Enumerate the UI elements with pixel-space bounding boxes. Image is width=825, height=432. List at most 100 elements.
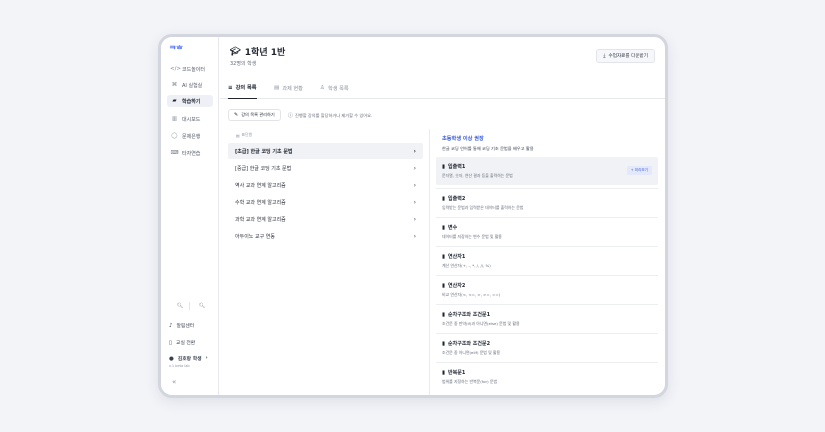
lecture-title: [중급] 한글 코딩 기초 문법 — [235, 165, 292, 172]
topic-title-text: 순차구조와 조건문2 — [448, 341, 491, 347]
topic-item[interactable]: ▮ 연산자1 계산 연산자(+, -, *, /, //, %) — [436, 246, 658, 274]
book-icon: ▮ — [442, 282, 446, 289]
topic-title-text: 입출력1 — [448, 164, 466, 170]
lecture-list-header: ▤ 표단원 — [236, 132, 252, 138]
topic-item[interactable]: ▮ 입출력1 문자열, 숫자, 연산 결과 등을 출력하는 문법 + 미리보기 — [436, 157, 658, 185]
topic-title-text: 연산자2 — [448, 283, 466, 289]
sidebar-item-typing[interactable]: ⌨ 타자연습 — [167, 147, 213, 159]
book-icon: ▤ — [236, 132, 240, 138]
classroom-switch-link[interactable]: ▯ 교실 전환 — [169, 339, 196, 347]
topic-title: ▮ 변수 — [442, 224, 458, 232]
topic-item[interactable]: ▮ 변수 데이터를 저장하는 변수 문법 및 활용 — [436, 217, 658, 245]
user-name: 김호랑 학생 — [177, 357, 202, 362]
chevron-right-icon: › — [205, 356, 208, 361]
topic-title: ▮ 순차구조와 조건문2 — [442, 340, 491, 348]
sidebar-item-ai-lab[interactable]: ⌘ AI 실험실 — [167, 79, 213, 91]
help-label: 알림센터 — [176, 324, 195, 329]
zoom-out-icon: 🔍︎ — [176, 303, 184, 309]
bell-icon: ♪ — [169, 322, 173, 329]
topic-title: ▮ 순차구조와 조건문1 — [442, 311, 491, 319]
lecture-row[interactable]: [중급] 한글 코딩 기초 문법 › — [228, 160, 423, 176]
sidebar-item-study[interactable]: ▰ 학습하기 — [167, 95, 213, 107]
book-icon: ▮ — [442, 340, 446, 347]
topic-item[interactable]: ▮ 순차구조와 조건문1 조건문 중 만약(if)과 아니면(else) 문법 … — [436, 304, 658, 332]
tab-student-list[interactable]: ♙ 학생 목록 — [320, 77, 349, 99]
sidebar-item-label: 대시보드 — [182, 116, 201, 123]
code-icon: </> — [170, 66, 182, 72]
topic-title-text: 순차구조와 조건문1 — [448, 312, 491, 318]
keyboard-icon: ⌨ — [170, 150, 179, 156]
hint-text: 진행할 강의를 할당하거나 제거할 수 있어요. — [295, 112, 373, 118]
manage-lectures-button[interactable]: ✎ 강의 목록 관리하기 — [228, 109, 281, 121]
topic-item[interactable]: ▮ 반복문1 범위를 지정하는 반복문(for) 문법 — [436, 362, 658, 390]
info-icon: ⓘ — [288, 113, 294, 119]
person-icon: ♙ — [320, 85, 325, 91]
download-materials-button[interactable]: ⤓ 수업자료를 다운받기 — [596, 49, 655, 63]
tab-bar: ≡ 강의 목록 ▤ 과제 현황 ♙ 학생 목록 — [220, 77, 665, 99]
lecture-row[interactable]: 아두이노 교구 연동 › — [228, 228, 423, 244]
topic-desc: 범위를 지정하는 반복문(for) 문법 — [442, 379, 498, 384]
divider — [189, 302, 190, 310]
collapse-sidebar-button[interactable]: « — [172, 378, 176, 386]
sidebar-item-dashboard[interactable]: ▥ 대시보드 — [167, 113, 213, 125]
topic-title-text: 변수 — [448, 225, 458, 231]
sidebar-item-label: 학습하기 — [182, 98, 201, 105]
tab-assignment-status[interactable]: ▤ 과제 현황 — [274, 77, 303, 99]
book-icon: ▮ — [442, 195, 446, 202]
topic-title-text: 반복문1 — [448, 370, 466, 376]
book-icon: ▮ — [442, 369, 446, 376]
lecture-row[interactable]: 과학 교과 연계 알고리즘 › — [228, 211, 423, 227]
main-content: 🎓︎ 1학년 1반 32명의 학생 ⤓ 수업자료를 다운받기 ≡ 강의 목록 ▤… — [220, 37, 665, 395]
preview-button[interactable]: + 미리보기 — [626, 166, 652, 175]
user-menu[interactable]: ● 김호랑 학생 › — [169, 355, 208, 363]
chevron-right-icon: › — [413, 164, 416, 172]
topic-item[interactable]: ▮ 입출력2 입력받는 문법과 입력받은 데이터를 출력하는 문법 — [436, 188, 658, 216]
sidebar-item-problem-bank[interactable]: ◯ 문제은행 — [167, 130, 213, 142]
zoom-in-button[interactable]: 🔍︎ — [195, 301, 209, 311]
lecture-description: 한글 코딩 언어를 통해 코딩 기초 문법을 배우고 활용 — [442, 146, 534, 151]
lecture-title: 역사 교과 연계 알고리즘 — [235, 182, 286, 189]
tab-lecture-list[interactable]: ≡ 강의 목록 — [228, 77, 257, 99]
topic-title: ▮ 입출력2 — [442, 195, 465, 203]
lecture-title: 아두이노 교구 연동 — [235, 233, 275, 240]
chevron-right-icon: › — [413, 198, 416, 206]
sidebar-item-label: 타자연습 — [182, 150, 201, 157]
app-window: ᄏᄒ </> 코드놀이터 ⌘ AI 실험실 ▰ 학습하기 ▥ 대시보드 ◯ 문제… — [158, 34, 668, 398]
lecture-title: 과학 교과 연계 알고리즘 — [235, 216, 286, 223]
lecture-row[interactable]: 수학 교과 연계 알고리즘 › — [228, 194, 423, 210]
user-subtitle: v.1 beta lab — [169, 364, 190, 368]
tab-label: 과제 현황 — [282, 85, 303, 92]
zoom-out-button[interactable]: 🔍︎ — [173, 301, 187, 311]
study-icon: ▰ — [172, 98, 177, 104]
chat-icon: ◯ — [171, 133, 178, 139]
topic-title: ▮ 연산자1 — [442, 253, 466, 261]
door-icon: ▯ — [169, 339, 173, 346]
book-icon: ▮ — [442, 253, 446, 260]
help-link[interactable]: ♪ 알림센터 — [169, 322, 195, 330]
app-logo[interactable]: ᄏᄒ — [169, 44, 183, 55]
sidebar-item-label: AI 실험실 — [182, 82, 203, 89]
topic-item[interactable]: ▮ 순차구조와 조건문2 조건문 중 아니면(elif) 문법 및 활용 — [436, 333, 658, 361]
divider — [429, 129, 430, 395]
book-icon: ▮ — [442, 311, 446, 318]
topic-desc: 데이터를 저장하는 변수 문법 및 활용 — [442, 234, 502, 239]
class-name: 1학년 1반 — [244, 48, 286, 58]
topic-title-text: 연산자1 — [448, 254, 466, 260]
topic-desc: 비교 연산자(<, <=, >, >=, ==) — [442, 292, 501, 297]
classroom-label: 교실 전환 — [176, 341, 196, 346]
topic-title: ▮ 입출력1 — [442, 163, 466, 171]
pencil-icon: ✎ — [234, 112, 239, 118]
chevron-right-icon: › — [413, 232, 416, 240]
tab-label: 강의 목록 — [235, 85, 257, 91]
page-title: 🎓︎ 1학년 1반 — [230, 45, 286, 59]
lecture-row[interactable]: 역사 교과 연계 알고리즘 › — [228, 177, 423, 193]
lecture-level: 초등학생 이상 권장 — [442, 136, 484, 142]
topic-desc: 계산 연산자(+, -, *, /, //, %) — [442, 263, 491, 268]
sidebar-item-code-playground[interactable]: </> 코드놀이터 — [167, 63, 213, 75]
lecture-row[interactable]: [초급] 한글 코딩 기초 문법 › — [228, 143, 423, 159]
topic-item[interactable]: ▮ 연산자2 비교 연산자(<, <=, >, >=, ==) — [436, 275, 658, 303]
book-icon: ▮ — [442, 224, 446, 231]
topic-desc: 문자열, 숫자, 연산 결과 등을 출력하는 문법 — [442, 173, 513, 178]
book-icon: ▮ — [442, 163, 446, 170]
chevron-right-icon: › — [413, 181, 416, 189]
